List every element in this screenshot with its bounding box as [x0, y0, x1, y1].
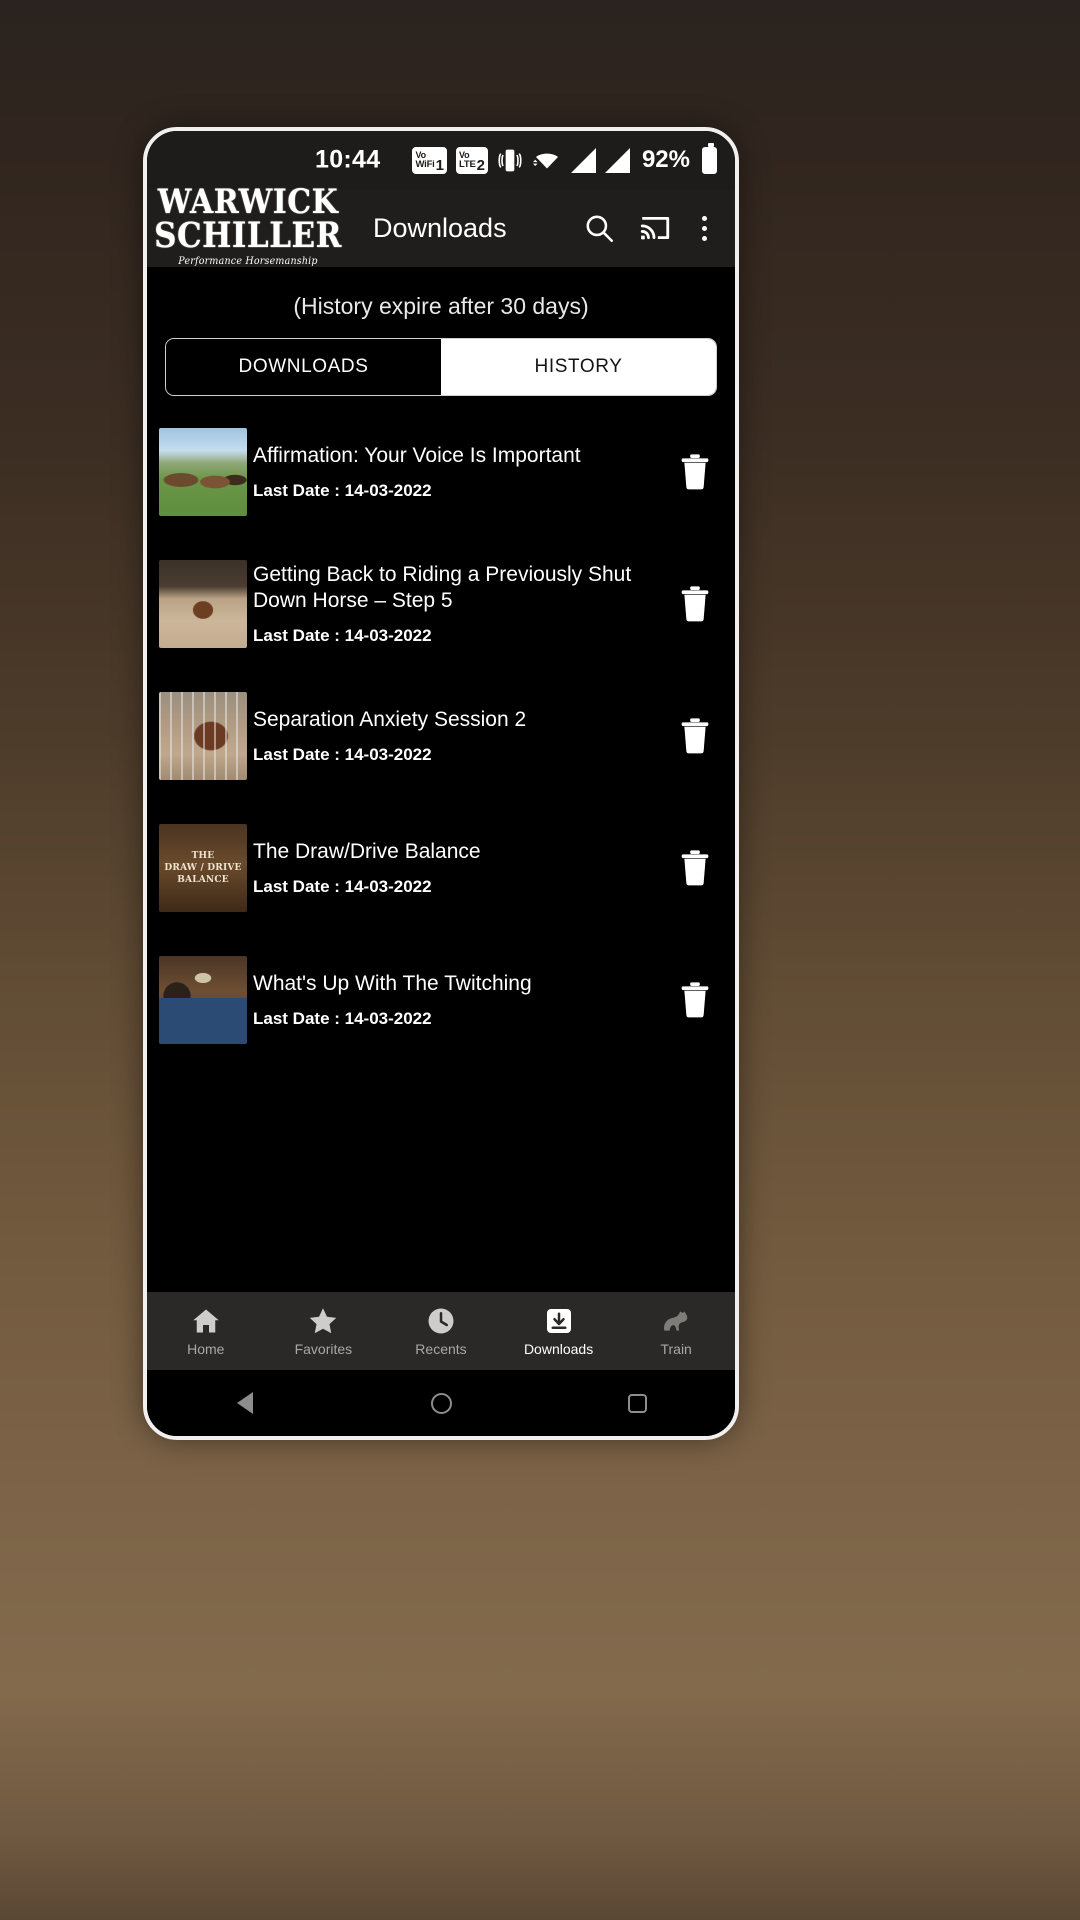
phone-screen: 10:44 Vo WiFi 1 Vo LTE 2 92% WARWICK SCH…: [147, 131, 735, 1436]
recents-button[interactable]: [615, 1381, 659, 1425]
nav-item-train[interactable]: Train: [617, 1306, 735, 1357]
trash-icon: [681, 718, 709, 754]
vowifi-bottom-label: WiFi: [415, 158, 435, 170]
delete-button[interactable]: [669, 840, 721, 896]
signal-bars-2-icon: [604, 147, 630, 173]
list-item-text: Affirmation: Your Voice Is Important Las…: [247, 443, 669, 501]
phone-frame: 10:44 Vo WiFi 1 Vo LTE 2 92% WARWICK SCH…: [143, 127, 739, 1440]
video-thumbnail[interactable]: [159, 428, 247, 516]
list-item-title: Separation Anxiety Session 2: [253, 707, 527, 731]
trash-icon: [681, 586, 709, 622]
history-list[interactable]: Affirmation: Your Voice Is Important Las…: [147, 412, 735, 1292]
kebab-dot-3: [702, 235, 707, 241]
list-item-date: Last Date : 14-03-2022: [253, 481, 432, 501]
list-item-text: Separation Anxiety Session 2 Last Date :…: [247, 707, 669, 765]
nav-item-downloads[interactable]: Downloads: [500, 1306, 618, 1357]
vowifi-1-icon: Vo WiFi 1: [412, 146, 447, 174]
status-bar-icons: Vo WiFi 1 Vo LTE 2 92%: [412, 142, 717, 174]
video-thumbnail[interactable]: THE DRAW / DRIVE BALANCE: [159, 824, 247, 912]
vibrate-icon: [498, 149, 522, 171]
downloads-history-tabs: DOWNLOADS HISTORY: [165, 338, 717, 396]
home-icon: [193, 1309, 219, 1332]
trash-icon: [681, 982, 709, 1018]
list-item-date: Last Date : 14-03-2022: [253, 626, 432, 646]
tab-history[interactable]: HISTORY: [441, 339, 716, 395]
download-icon: [546, 1308, 571, 1333]
back-triangle-icon: [237, 1392, 253, 1414]
list-item-text: The Draw/Drive Balance Last Date : 14-03…: [247, 839, 669, 897]
delete-button[interactable]: [669, 576, 721, 632]
cast-icon[interactable]: [638, 211, 672, 245]
battery-icon: [702, 142, 717, 174]
overflow-menu-icon[interactable]: [694, 212, 715, 245]
list-item[interactable]: THE DRAW / DRIVE BALANCE The Draw/Drive …: [147, 808, 735, 928]
nav-label-home: Home: [187, 1340, 225, 1357]
battery-percent-label: 92%: [641, 146, 690, 173]
list-item[interactable]: What's Up With The Twitching Last Date :…: [147, 940, 735, 1060]
bottom-navigation: Home Favorites Recents Downloads Train: [147, 1292, 735, 1370]
signal-bars-icon: [570, 147, 596, 173]
home-button[interactable]: [419, 1381, 463, 1425]
nav-label-train: Train: [660, 1340, 692, 1357]
status-bar-clock: 10:44: [315, 145, 381, 174]
volte-2-icon: Vo LTE 2: [455, 146, 488, 174]
content-area: (History expire after 30 days) DOWNLOADS…: [147, 267, 735, 1292]
kebab-dot-1: [702, 215, 707, 221]
delete-button[interactable]: [669, 972, 721, 1028]
video-thumbnail[interactable]: [159, 560, 247, 648]
delete-button[interactable]: [669, 444, 721, 500]
list-item-title: What's Up With The Twitching: [253, 971, 532, 995]
trash-icon: [681, 454, 709, 490]
tab-downloads[interactable]: DOWNLOADS: [166, 339, 441, 395]
recents-square-icon: [627, 1393, 647, 1413]
kebab-dot-2: [702, 225, 707, 231]
list-item-date: Last Date : 14-03-2022: [253, 1009, 432, 1029]
status-bar: 10:44 Vo WiFi 1 Vo LTE 2 92%: [147, 131, 735, 189]
list-item[interactable]: Separation Anxiety Session 2 Last Date :…: [147, 676, 735, 796]
list-item-date: Last Date : 14-03-2022: [253, 877, 432, 897]
nav-item-favorites[interactable]: Favorites: [265, 1306, 383, 1357]
brand-logo-line2: SCHILLER: [154, 215, 342, 257]
vowifi-sim-number: 1: [435, 156, 444, 174]
nav-label-downloads: Downloads: [523, 1340, 594, 1357]
wifi-icon: [532, 153, 558, 168]
android-system-nav: [147, 1370, 735, 1436]
home-circle-icon: [430, 1392, 452, 1414]
list-item[interactable]: Affirmation: Your Voice Is Important Las…: [147, 412, 735, 532]
nav-label-favorites: Favorites: [294, 1340, 353, 1357]
nav-label-recents: Recents: [415, 1340, 467, 1357]
list-item[interactable]: Getting Back to Riding a Previously Shut…: [147, 544, 735, 664]
clock-icon: [428, 1308, 454, 1333]
video-thumbnail[interactable]: [159, 956, 247, 1044]
thumbnail-caption: THE DRAW / DRIVE BALANCE: [164, 850, 242, 886]
list-item-title: Affirmation: Your Voice Is Important: [253, 443, 581, 467]
search-icon[interactable]: [582, 211, 616, 245]
volte-bottom-label: LTE: [458, 158, 476, 170]
brand-logo-tagline: Performance Horsemanship: [178, 255, 318, 268]
brand-logo[interactable]: WARWICK SCHILLER Performance Horsemanshi…: [154, 186, 341, 268]
horse-icon: [664, 1310, 688, 1331]
page-title: Downloads: [373, 212, 507, 243]
star-icon: [310, 1307, 337, 1333]
delete-button[interactable]: [669, 708, 721, 764]
back-button[interactable]: [223, 1381, 267, 1425]
video-thumbnail[interactable]: [159, 692, 247, 780]
list-item-text: Getting Back to Riding a Previously Shut…: [247, 562, 669, 647]
app-header: WARWICK SCHILLER Performance Horsemanshi…: [147, 186, 735, 268]
nav-item-home[interactable]: Home: [147, 1306, 265, 1357]
nav-item-recents[interactable]: Recents: [382, 1306, 500, 1357]
volte-sim-number: 2: [476, 156, 485, 174]
list-item-title: Getting Back to Riding a Previously Shut…: [253, 562, 632, 612]
history-expiry-notice: (History expire after 30 days): [293, 293, 589, 319]
list-item-date: Last Date : 14-03-2022: [253, 745, 432, 765]
header-actions: [582, 211, 719, 245]
trash-icon: [681, 850, 709, 886]
list-item-title: The Draw/Drive Balance: [253, 839, 481, 863]
list-item-text: What's Up With The Twitching Last Date :…: [247, 971, 669, 1029]
